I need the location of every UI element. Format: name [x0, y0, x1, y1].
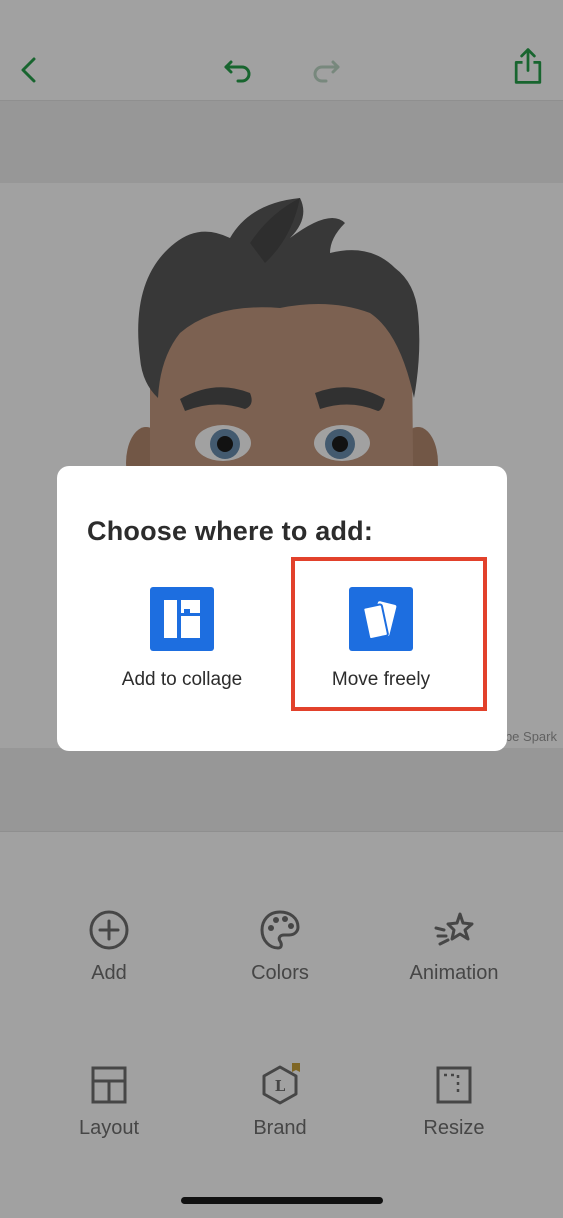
add-to-collage-label: Add to collage: [121, 669, 243, 690]
highlight-box: [291, 557, 487, 711]
choose-where-to-add-dialog: Choose where to add: Add to collage Move…: [57, 466, 507, 751]
collage-icon: [150, 587, 214, 651]
home-indicator[interactable]: [181, 1197, 383, 1204]
add-to-collage-option[interactable]: Add to collage: [87, 587, 277, 691]
dialog-title: Choose where to add:: [87, 516, 374, 546]
